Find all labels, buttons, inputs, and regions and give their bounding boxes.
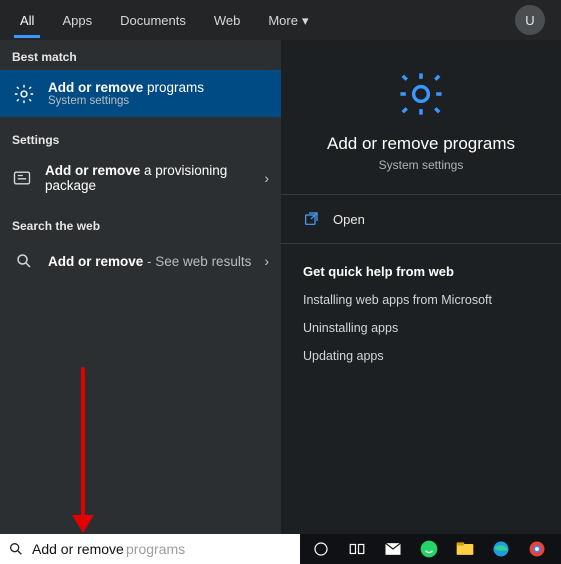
help-link[interactable]: Updating apps bbox=[303, 349, 539, 363]
tab-documents[interactable]: Documents bbox=[106, 3, 200, 37]
cortana-icon[interactable] bbox=[310, 538, 332, 560]
provisioning-icon bbox=[12, 166, 33, 190]
gear-icon bbox=[395, 68, 447, 120]
preview-title: Add or remove programs bbox=[301, 134, 541, 154]
taskbar: programs bbox=[0, 534, 561, 564]
result-web-item[interactable]: Add or remove - See web results › bbox=[0, 239, 281, 283]
tab-apps[interactable]: Apps bbox=[48, 3, 106, 37]
user-avatar[interactable]: U bbox=[515, 5, 545, 35]
chevron-down-icon: ▾ bbox=[302, 13, 309, 28]
search-tabs: All Apps Documents Web More▾ U bbox=[0, 0, 561, 40]
tab-all[interactable]: All bbox=[6, 3, 48, 37]
preview-panel: Add or remove programs System settings O… bbox=[281, 40, 561, 534]
search-autocomplete-ghost: programs bbox=[126, 541, 185, 557]
search-icon bbox=[12, 249, 36, 273]
open-icon bbox=[303, 211, 319, 227]
tab-web[interactable]: Web bbox=[200, 3, 255, 37]
result-settings-item[interactable]: Add or remove a provisioning package › bbox=[0, 153, 281, 203]
section-best-match: Best match bbox=[0, 40, 281, 70]
gear-icon bbox=[12, 82, 36, 106]
search-icon bbox=[8, 541, 24, 557]
result-best-match[interactable]: Add or remove programs System settings bbox=[0, 70, 281, 117]
open-button[interactable]: Open bbox=[281, 195, 561, 244]
chrome-icon[interactable] bbox=[526, 538, 548, 560]
mail-icon[interactable] bbox=[382, 538, 404, 560]
help-link[interactable]: Uninstalling apps bbox=[303, 321, 539, 335]
whatsapp-icon[interactable] bbox=[418, 538, 440, 560]
preview-subtitle: System settings bbox=[301, 158, 541, 172]
section-web: Search the web bbox=[0, 209, 281, 239]
results-panel: Best match Add or remove programs System… bbox=[0, 40, 281, 534]
taskbar-search[interactable]: programs bbox=[0, 534, 300, 564]
help-title: Get quick help from web bbox=[303, 264, 539, 279]
tab-more[interactable]: More▾ bbox=[254, 3, 322, 38]
section-settings: Settings bbox=[0, 123, 281, 153]
explorer-icon[interactable] bbox=[454, 538, 476, 560]
taskview-icon[interactable] bbox=[346, 538, 368, 560]
edge-icon[interactable] bbox=[490, 538, 512, 560]
help-link[interactable]: Installing web apps from Microsoft bbox=[303, 293, 539, 307]
chevron-right-icon: › bbox=[264, 253, 269, 269]
chevron-right-icon: › bbox=[264, 170, 269, 186]
